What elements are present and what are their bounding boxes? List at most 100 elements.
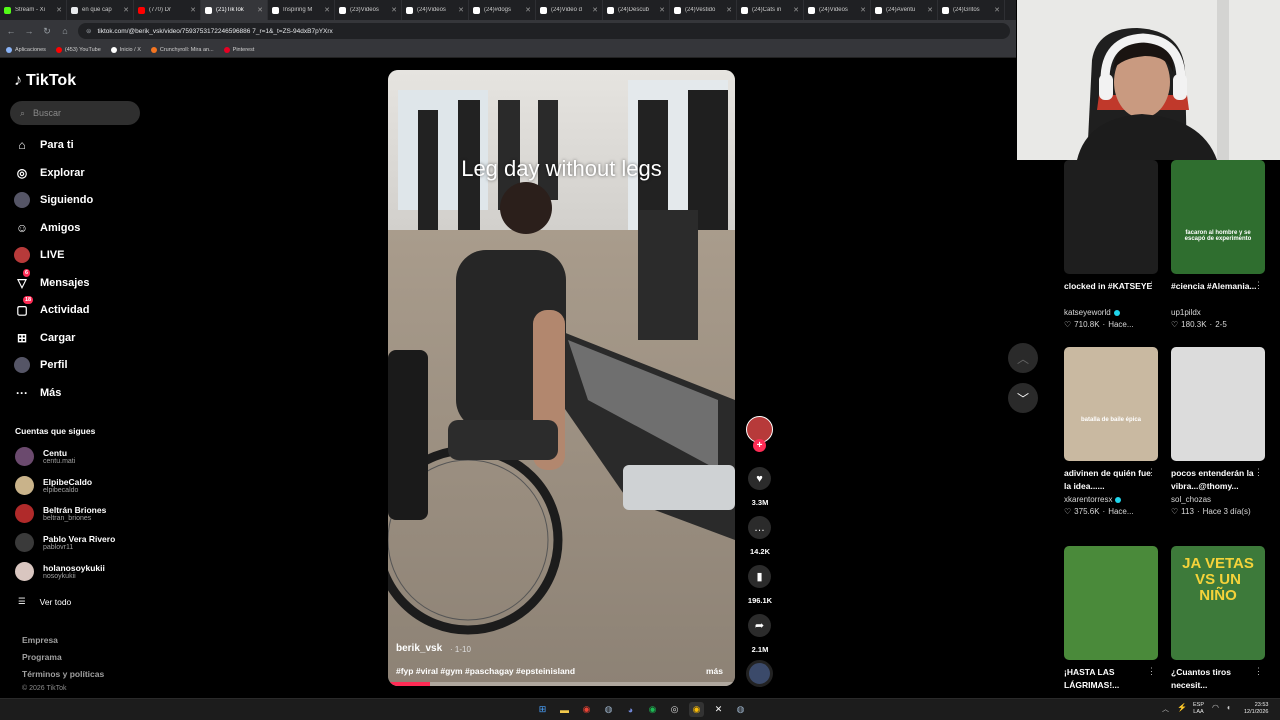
browser-tab[interactable]: (21)TikTok ✕	[201, 0, 268, 20]
bookmark-item[interactable]: Crunchyroll: Mira an...	[150, 46, 214, 53]
recommended-video-card[interactable]: pocos entenderán la vibra...@thomy... ⋮ so…	[1171, 347, 1265, 516]
card-author[interactable]: xkarentorresx	[1064, 495, 1158, 504]
tab-close-icon[interactable]: ✕	[592, 6, 598, 14]
tab-close-icon[interactable]: ✕	[257, 6, 263, 14]
recommended-video-card[interactable]: facaron al hombre y se escapó de experim…	[1171, 160, 1265, 329]
browser-tab[interactable]: en que cap ✕	[67, 0, 134, 20]
sidebar-item-perfil[interactable]: ● Perfil	[14, 357, 68, 373]
tiktok-logo[interactable]: ♪ TikTok	[14, 72, 76, 90]
browser-tab[interactable]: (24)#dogs ✕	[469, 0, 536, 20]
bookmark-item[interactable]: (453) YouTube	[55, 46, 101, 53]
bookmark-item[interactable]: Pinterest	[223, 46, 254, 53]
steam-icon[interactable]: ◍	[601, 702, 616, 717]
tab-close-icon[interactable]: ✕	[860, 6, 866, 14]
previous-video-button[interactable]: ︿	[1008, 343, 1038, 373]
chrome-icon[interactable]: ◉	[579, 702, 594, 717]
spotify-icon[interactable]: ◉	[645, 702, 660, 717]
discord-icon[interactable]: ◕	[623, 702, 638, 717]
card-more-icon[interactable]: ⋮	[1254, 467, 1263, 478]
card-title[interactable]: clocked in #KATSEYE	[1064, 280, 1158, 306]
card-more-icon[interactable]: ⋮	[1147, 280, 1156, 291]
tab-close-icon[interactable]: ✕	[123, 6, 129, 14]
url-bar[interactable]: ⊜ tiktok.com/@berik_vsk/video/7593753172…	[78, 23, 1010, 39]
browser-tab[interactable]: (24)Gritos ✕	[938, 0, 1005, 20]
tab-close-icon[interactable]: ✕	[190, 6, 196, 14]
browser-tab[interactable]: (23)Videos ✕	[335, 0, 402, 20]
windows-start-icon[interactable]: ⊞	[535, 702, 550, 717]
sidebar-item-más[interactable]: ··· Más	[14, 385, 61, 401]
obs-icon[interactable]: ◎	[667, 702, 682, 717]
video-thumbnail[interactable]: JA VETAS VS UN NIÑO	[1171, 546, 1265, 660]
steam-app-icon[interactable]: ◍	[733, 702, 748, 717]
card-more-icon[interactable]: ⋮	[1254, 280, 1263, 291]
followed-account[interactable]: Centu centu.mati	[15, 447, 75, 466]
card-more-icon[interactable]: ⋮	[1147, 467, 1156, 478]
card-title[interactable]: adivinen de quién fue la idea......	[1064, 467, 1158, 493]
video-hashtags[interactable]: #fyp #viral #gym #paschagay #epsteinisla…	[396, 666, 575, 676]
next-video-button[interactable]: ﹀	[1008, 383, 1038, 413]
browser-tab[interactable]: (24)Videos ✕	[402, 0, 469, 20]
like-button[interactable]: ♥	[748, 467, 771, 490]
sidebar-item-live[interactable]: ● LIVE	[14, 247, 64, 263]
browser-tab[interactable]: Inspiring M ✕	[268, 0, 335, 20]
volume-icon[interactable]: ◖	[1226, 703, 1231, 712]
recommended-video-card[interactable]: clocked in #KATSEYE ⋮ katseyeworld ♡ 710.8K ·…	[1064, 160, 1158, 329]
taskbar-clock[interactable]: 23:53 12/1/2026	[1244, 702, 1268, 716]
tab-close-icon[interactable]: ✕	[525, 6, 531, 14]
card-more-icon[interactable]: ⋮	[1254, 666, 1263, 677]
card-author[interactable]: sol_chozas	[1171, 495, 1265, 504]
tray-chevron-icon[interactable]: ︿	[1162, 704, 1169, 714]
video-thumbnail[interactable]: batalla de baile épica	[1064, 347, 1158, 461]
footer-link[interactable]: Empresa	[22, 635, 58, 645]
tab-close-icon[interactable]: ✕	[56, 6, 62, 14]
more-caption-button[interactable]: más	[706, 666, 723, 676]
sidebar-item-amigos[interactable]: ☺ Amigos	[14, 220, 80, 236]
video-player[interactable]: Leg day without legs berik_vsk · 1-10 #f…	[388, 70, 735, 686]
card-title[interactable]: ¡HASTA LAS LÁGRIMAS!...	[1064, 666, 1158, 692]
browser-tab[interactable]: (24)Vestido ✕	[670, 0, 737, 20]
sidebar-item-cargar[interactable]: ⊞ Cargar	[14, 330, 76, 346]
video-thumbnail[interactable]	[1064, 160, 1158, 274]
browser-tab[interactable]: (24)Descub ✕	[603, 0, 670, 20]
search-box[interactable]: ⌕ Buscar	[10, 101, 140, 125]
bookmark-item[interactable]: Aplicaciones	[6, 46, 46, 53]
sidebar-item-para-ti[interactable]: ⌂ Para ti	[14, 137, 73, 153]
tab-close-icon[interactable]: ✕	[659, 6, 665, 14]
tab-close-icon[interactable]: ✕	[927, 6, 933, 14]
followed-account[interactable]: holanosoykukii nosoykukii	[15, 561, 105, 581]
video-thumbnail[interactable]	[1064, 546, 1158, 660]
browser-tab[interactable]: (770) Dr ✕	[134, 0, 201, 20]
recommended-video-card[interactable]: batalla de baile épica adivinen de quién …	[1064, 347, 1158, 516]
tab-close-icon[interactable]: ✕	[458, 6, 464, 14]
card-title[interactable]: ¿Cuantos tiros necesit...	[1171, 666, 1265, 692]
forward-icon[interactable]: →	[24, 26, 34, 36]
followed-account[interactable]: Beltrán Briones beltran_briones	[15, 504, 106, 524]
recommended-video-card[interactable]: ¡HASTA LAS LÁGRIMAS!... ⋮	[1064, 546, 1158, 692]
sidebar-item-siguiendo[interactable]: ● Siguiendo	[14, 192, 93, 208]
video-progress-bar[interactable]	[388, 682, 735, 686]
language-indicator[interactable]: ESP LAA	[1193, 702, 1204, 716]
followed-account[interactable]: ElpibeCaldo elpibecaldo	[15, 475, 92, 495]
follow-plus-icon[interactable]: +	[753, 439, 766, 452]
capcut-icon[interactable]: ✕	[711, 702, 726, 717]
site-info-icon[interactable]: ⊜	[86, 27, 91, 35]
footer-link[interactable]: Términos y políticas	[22, 669, 104, 679]
save-button[interactable]: ▮	[748, 565, 771, 588]
sidebar-item-actividad[interactable]: ▢ 18 Actividad	[14, 296, 90, 318]
sidebar-item-mensajes[interactable]: ▽ 6 Mensajes	[14, 268, 90, 291]
network-icon[interactable]: ⚡	[1177, 703, 1187, 712]
browser-tab[interactable]: (24)Cats in ✕	[737, 0, 804, 20]
browser-tab[interactable]: (24)Video d ✕	[536, 0, 603, 20]
card-title[interactable]: #ciencia #Alemania...	[1171, 280, 1265, 306]
share-button[interactable]: ➦	[748, 614, 771, 637]
wifi-icon[interactable]: ◠	[1212, 703, 1219, 712]
bookmark-item[interactable]: Inicio / X	[110, 46, 141, 53]
video-thumbnail[interactable]: facaron al hombre y se escapó de experim…	[1171, 160, 1265, 274]
video-thumbnail[interactable]	[1171, 347, 1265, 461]
reload-icon[interactable]: ↻	[42, 26, 52, 37]
followed-account[interactable]: Pablo Vera Rivero pablovr11	[15, 533, 115, 553]
comment-button[interactable]: …	[748, 516, 771, 539]
card-more-icon[interactable]: ⋮	[1147, 666, 1156, 677]
home-browser-icon[interactable]: ⌂	[60, 26, 70, 36]
card-author[interactable]: up1pildx	[1171, 308, 1265, 317]
